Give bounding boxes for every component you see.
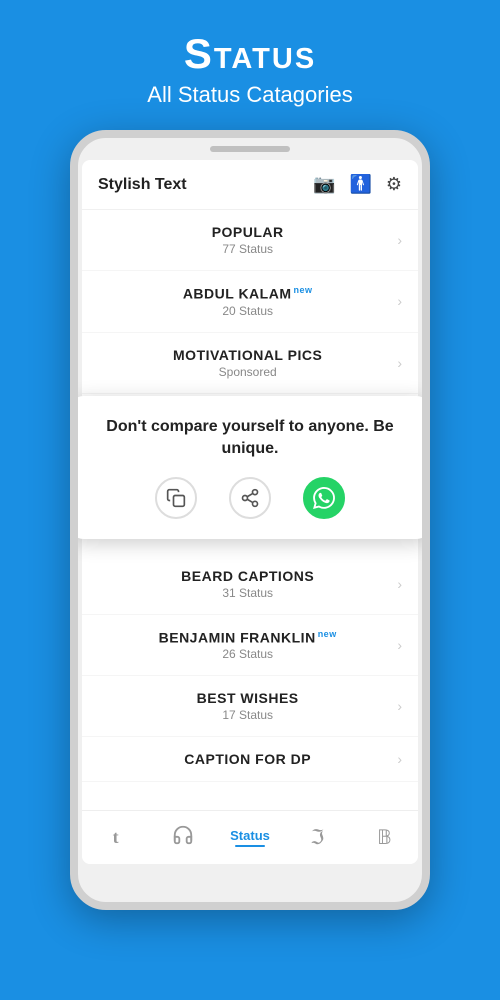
page-subtitle: All Status Catagories <box>147 82 352 108</box>
list-item-content-kalam: ABDUL KALAMnew 20 Status <box>98 285 397 318</box>
chevron-icon: › <box>397 637 402 653</box>
list-item-subtitle: 26 Status <box>98 647 397 661</box>
list-item-content-bestwishes: BEST WISHES 17 Status <box>98 690 397 722</box>
list-item-title: BEST WISHES <box>98 690 397 706</box>
list-item[interactable]: BEST WISHES 17 Status › <box>82 676 418 737</box>
nav-item-bold[interactable]: 𝔹 <box>351 825 418 850</box>
app-name: Stylish Text <box>98 176 187 194</box>
list-container: POPULAR 77 Status › ABDUL KALAMnew 20 St… <box>82 210 418 810</box>
headphone-icon <box>172 824 194 852</box>
page-title: Status <box>147 30 352 78</box>
nav-item-status[interactable]: Status <box>216 828 283 847</box>
phone-notch <box>210 146 290 152</box>
header-icons-group: 📷 🚹 ⚙ <box>313 174 402 195</box>
list-item-title: BENJAMIN FRANKLINnew <box>98 629 397 646</box>
status-icon: Status <box>230 828 270 843</box>
bold-icon: 𝔹 <box>377 825 392 850</box>
whatsapp-icon <box>313 487 335 509</box>
list-item[interactable]: ABDUL KALAMnew 20 Status › <box>82 271 418 333</box>
bottom-nav: t Status ℑ 𝔹 <box>82 810 418 864</box>
list-item-subtitle: 77 Status <box>98 242 397 256</box>
chevron-icon: › <box>397 355 402 371</box>
popup-actions <box>92 477 408 519</box>
nav-item-tumblr[interactable]: t <box>82 827 149 848</box>
chevron-icon: › <box>397 698 402 714</box>
nav-item-pipe[interactable]: ℑ <box>284 825 351 850</box>
person-icon[interactable]: 🚹 <box>349 174 371 195</box>
list-item-content-popular: POPULAR 77 Status <box>98 224 397 256</box>
page-header: Status All Status Catagories <box>147 0 352 118</box>
share-icon <box>240 488 260 508</box>
list-item-content-beard: BEARD CAPTIONS 31 Status <box>98 568 397 600</box>
list-item[interactable]: POPULAR 77 Status › <box>82 210 418 271</box>
quote-text: Don't compare yourself to anyone. Be uni… <box>92 416 408 461</box>
quote-popup: Don't compare yourself to anyone. Be uni… <box>82 396 418 539</box>
copy-icon <box>166 488 186 508</box>
chevron-icon: › <box>397 293 402 309</box>
phone-screen: Stylish Text 📷 🚹 ⚙ POPULAR 77 Status › <box>82 160 418 864</box>
list-item-subtitle: 17 Status <box>98 708 397 722</box>
copy-button[interactable] <box>155 477 197 519</box>
list-item-title: CAPTION FOR DP <box>98 751 397 767</box>
active-indicator <box>235 845 265 847</box>
chevron-icon: › <box>397 576 402 592</box>
list-item[interactable]: CAPTION FOR DP › <box>82 737 418 782</box>
list-item[interactable]: BEARD CAPTIONS 31 Status › <box>82 554 418 615</box>
chevron-icon: › <box>397 751 402 767</box>
list-item-title: ABDUL KALAMnew <box>98 285 397 302</box>
whatsapp-button[interactable] <box>303 477 345 519</box>
list-item-title: POPULAR <box>98 224 397 240</box>
list-item-content-motivational: MOTIVATIONAL PICS Sponsored <box>98 347 397 379</box>
phone-mockup: Stylish Text 📷 🚹 ⚙ POPULAR 77 Status › <box>70 130 430 910</box>
share-button[interactable] <box>229 477 271 519</box>
tumblr-icon: t <box>113 827 119 848</box>
pipe-icon: ℑ <box>310 825 324 850</box>
list-item-subtitle: Sponsored <box>98 365 397 379</box>
app-header: Stylish Text 📷 🚹 ⚙ <box>82 160 418 210</box>
list-item-subtitle: 31 Status <box>98 586 397 600</box>
chevron-icon: › <box>397 232 402 248</box>
list-item[interactable]: MOTIVATIONAL PICS Sponsored › <box>82 333 418 394</box>
camera-icon[interactable]: 📷 <box>313 174 335 195</box>
list-item-content-franklin: BENJAMIN FRANKLINnew 26 Status <box>98 629 397 662</box>
list-item-content-caption: CAPTION FOR DP <box>98 751 397 767</box>
list-item-title: MOTIVATIONAL PICS <box>98 347 397 363</box>
list-item[interactable]: BENJAMIN FRANKLINnew 26 Status › <box>82 615 418 677</box>
list-item-subtitle: 20 Status <box>98 304 397 318</box>
nav-item-stylish[interactable] <box>149 824 216 852</box>
settings-icon[interactable]: ⚙ <box>386 174 402 195</box>
list-item-title: BEARD CAPTIONS <box>98 568 397 584</box>
